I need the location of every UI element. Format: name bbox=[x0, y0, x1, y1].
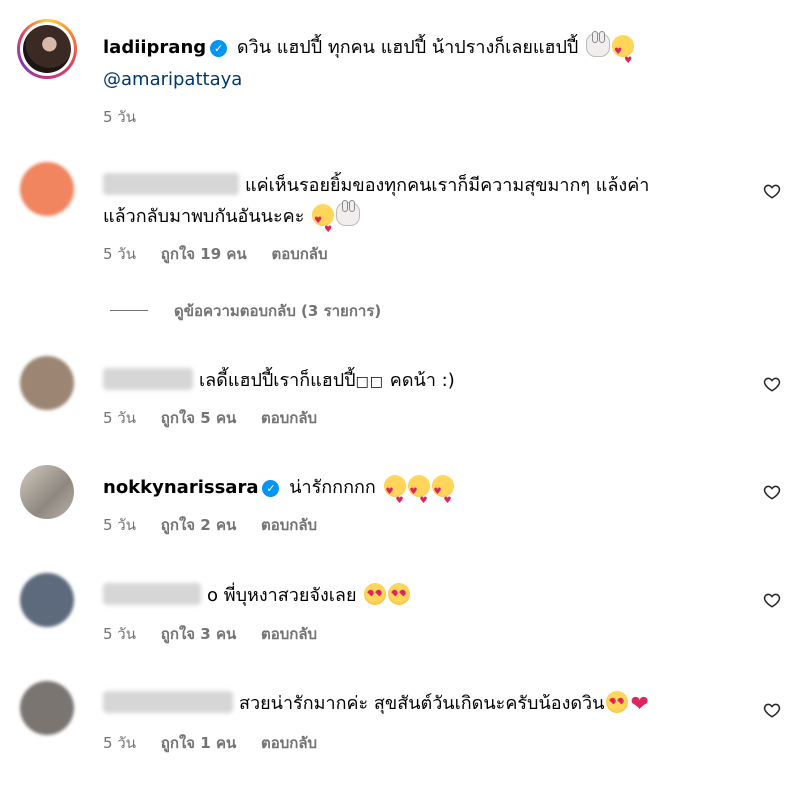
like-heart-icon[interactable] bbox=[763, 182, 781, 200]
like-heart-icon[interactable] bbox=[763, 701, 781, 719]
username[interactable]: nokkynarissara bbox=[103, 477, 258, 498]
avatar[interactable] bbox=[20, 465, 74, 519]
likes-count[interactable]: ถูกใจ 1 คน bbox=[161, 734, 236, 752]
smiling-face-with-hearts-icon bbox=[312, 204, 335, 244]
avatar[interactable] bbox=[20, 356, 74, 410]
comment-time[interactable]: 5 วัน bbox=[103, 516, 136, 534]
username[interactable]: ladiiprang bbox=[103, 37, 206, 58]
likes-count[interactable]: ถูกใจ 5 คน bbox=[161, 409, 236, 427]
reply-button[interactable]: ตอบกลับ bbox=[261, 409, 317, 427]
story-ring[interactable] bbox=[17, 19, 77, 79]
comment-text-continued: แล้วกลับมาพบกันอันนะคะ bbox=[103, 206, 305, 227]
reply-button[interactable]: ตอบกลับ bbox=[261, 625, 317, 643]
smiling-face-with-hearts-icon bbox=[383, 475, 406, 515]
comment-text: o พี่บุหงาสวยจังเลย bbox=[207, 585, 357, 606]
likes-count[interactable]: ถูกใจ 19 คน bbox=[161, 245, 247, 263]
comment-time[interactable]: 5 วัน bbox=[103, 625, 136, 643]
rabbit-face-icon bbox=[586, 31, 611, 57]
comment-text: แค่เห็นรอยยิ้มของทุกคนเราก็มีความสุขมากๆ… bbox=[245, 175, 650, 196]
mention-link[interactable]: @amaripattaya bbox=[103, 69, 242, 90]
reply-button[interactable]: ตอบกลับ bbox=[261, 516, 317, 534]
divider bbox=[110, 310, 148, 311]
comment-time[interactable]: 5 วัน bbox=[103, 409, 136, 427]
unrendered-glyph: □□ bbox=[355, 374, 385, 390]
reply-button[interactable]: ตอบกลับ bbox=[261, 734, 317, 752]
like-heart-icon[interactable] bbox=[763, 591, 781, 609]
avatar[interactable] bbox=[20, 162, 74, 216]
comment-time[interactable]: 5 วัน bbox=[103, 245, 136, 263]
smiling-face-with-hearts-icon bbox=[407, 475, 430, 515]
comment-text: สวยน่ารักมากค่ะ สุขสันต์วันเกิดนะครับน้อ… bbox=[239, 693, 605, 714]
verified-badge-icon: ✓ bbox=[210, 40, 228, 57]
heart-eyes-icon bbox=[388, 583, 411, 605]
comment-time[interactable]: 5 วัน bbox=[103, 734, 136, 752]
blurred-username[interactable] bbox=[103, 368, 193, 390]
post-time[interactable]: 5 วัน bbox=[103, 108, 136, 126]
avatar[interactable] bbox=[23, 25, 71, 73]
view-replies-button[interactable]: ดูข้อความตอบกลับ (3 รายการ) bbox=[110, 301, 381, 321]
verified-badge-icon: ✓ bbox=[262, 480, 280, 497]
blurred-username[interactable] bbox=[103, 583, 201, 605]
blurred-username[interactable] bbox=[103, 691, 233, 713]
avatar[interactable] bbox=[20, 681, 74, 735]
heart-eyes-icon bbox=[606, 691, 629, 713]
heart-eyes-icon bbox=[364, 583, 387, 605]
like-heart-icon[interactable] bbox=[763, 483, 781, 501]
likes-count[interactable]: ถูกใจ 2 คน bbox=[161, 516, 236, 534]
rabbit-face-icon bbox=[336, 200, 361, 226]
caption-text: ดวิน แฮปปี้ ทุกคน แฮปปี้ น้าปรางก็เลยแฮป… bbox=[236, 37, 579, 58]
reply-button[interactable]: ตอบกลับ bbox=[271, 245, 327, 263]
smiling-face-with-hearts-icon bbox=[612, 35, 635, 75]
red-heart-icon: ❤ bbox=[630, 692, 649, 717]
comment-text: เลดี้แฮปปี้เราก็แฮปปี้ bbox=[199, 370, 356, 391]
blurred-username[interactable] bbox=[103, 173, 239, 195]
smiling-face-with-hearts-icon bbox=[431, 475, 454, 515]
avatar[interactable] bbox=[20, 573, 74, 627]
comment-text: น่ารักกกกก bbox=[289, 477, 376, 498]
comment-text-suffix: คดน้า :) bbox=[389, 370, 455, 391]
likes-count[interactable]: ถูกใจ 3 คน bbox=[161, 625, 236, 643]
like-heart-icon[interactable] bbox=[763, 375, 781, 393]
